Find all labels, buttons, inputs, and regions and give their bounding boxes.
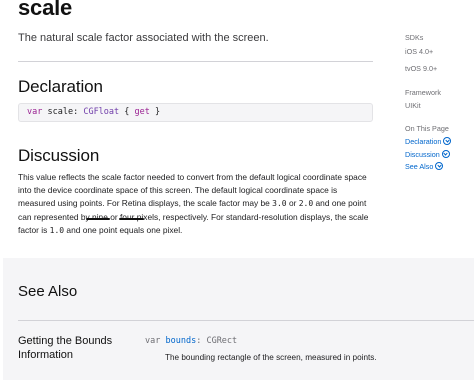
page-title: scale xyxy=(18,0,73,20)
discussion-paragraph: This value reflects the scale factor nee… xyxy=(18,172,369,235)
chevron-circle-down-icon xyxy=(441,150,450,158)
pen-underline-mark xyxy=(86,218,110,220)
inline-code: 3.0 xyxy=(272,199,287,209)
sidebar-framework-value[interactable]: UIKit xyxy=(405,101,421,110)
divider xyxy=(18,320,474,321)
sidebar-link-see-also[interactable]: See Also xyxy=(405,161,444,171)
documentation-page: scale The natural scale factor associate… xyxy=(0,0,474,380)
sidebar-link-discussion[interactable]: Discussion xyxy=(405,149,450,159)
see-also-heading: See Also xyxy=(18,283,78,300)
symbol-link-bounds[interactable]: var bounds: CGRect xyxy=(145,336,237,347)
code-getter: get xyxy=(134,107,150,117)
topic-group-title: Getting the Bounds Information xyxy=(18,335,113,361)
inline-code: 2.0 xyxy=(298,199,314,209)
symbol-type: CGRect xyxy=(206,336,238,346)
inline-code: 1.0 xyxy=(49,225,65,235)
pen-underline-mark xyxy=(119,218,144,220)
symbol-name: bounds: xyxy=(165,336,202,346)
chevron-circle-down-icon xyxy=(435,162,444,170)
underlined-word-nine: nine xyxy=(92,211,108,222)
sidebar-sdk-tvos: tvOS 9.0+ xyxy=(405,64,438,73)
code-keyword: var xyxy=(27,107,43,117)
code-open-brace: { xyxy=(124,107,130,117)
declaration-code-block: var scale: CGFloat { get } xyxy=(18,103,373,122)
symbol-description: The bounding rectangle of the screen, me… xyxy=(165,353,377,362)
chevron-circle-down-icon xyxy=(443,137,452,145)
code-symbol-name: scale: xyxy=(47,107,79,117)
sidebar-sdk-ios: iOS 4.0+ xyxy=(405,47,434,56)
sidebar-sdks-label: SDKs xyxy=(405,33,424,42)
abstract: The natural scale factor associated with… xyxy=(18,32,269,44)
discussion-heading: Discussion xyxy=(18,146,100,165)
code-close-brace: } xyxy=(155,107,161,117)
sidebar-framework-label: Framework xyxy=(405,88,441,97)
symbol-keyword: var xyxy=(145,336,161,346)
code-type[interactable]: CGFloat xyxy=(83,107,119,117)
sidebar-on-this-page-label: On This Page xyxy=(405,124,449,133)
underlined-words-four-pixels: four pixels xyxy=(119,211,159,222)
sidebar-link-declaration[interactable]: Declaration xyxy=(405,136,452,146)
declaration-heading: Declaration xyxy=(18,77,103,96)
divider xyxy=(18,61,373,62)
